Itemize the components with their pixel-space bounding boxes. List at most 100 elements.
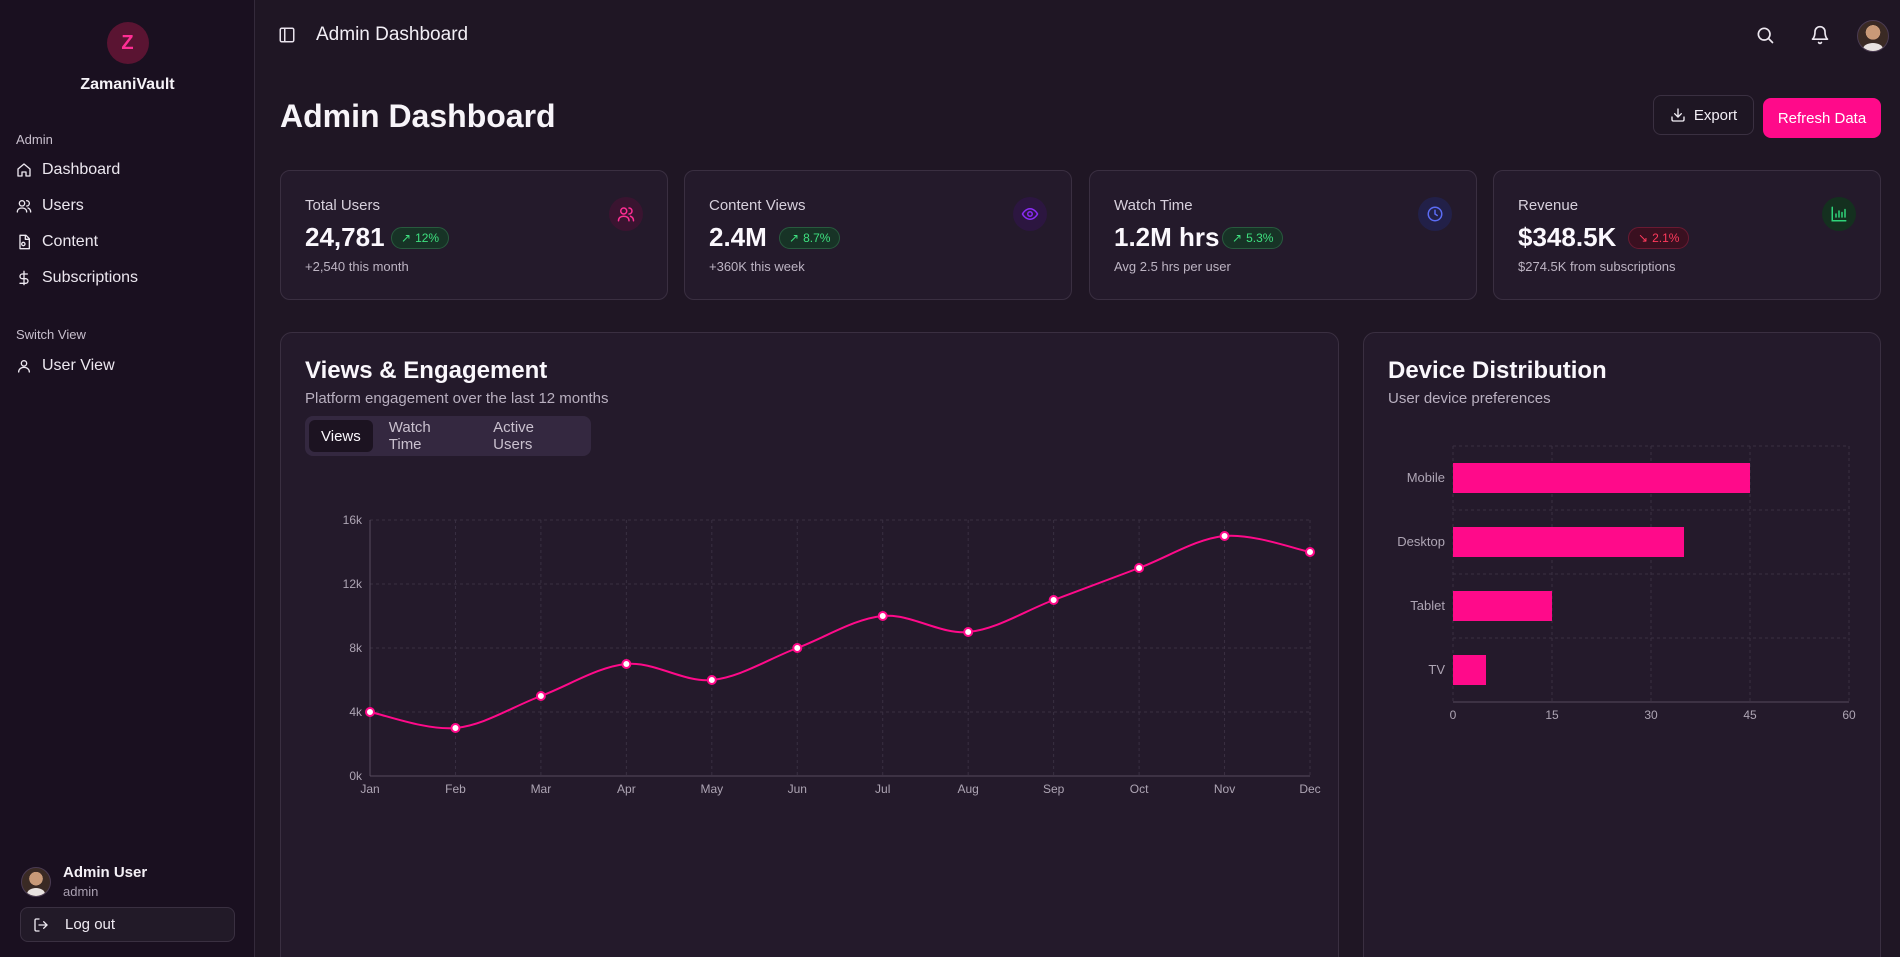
tab-views[interactable]: Views [309, 420, 373, 452]
home-icon [17, 163, 31, 177]
data-point [1219, 531, 1230, 541]
y-tick-label: 16k [343, 513, 363, 527]
user-role: admin [63, 884, 99, 899]
sidebar: Z ZamaniVault Admin Dashboard Users Cont… [0, 0, 255, 957]
users-icon [609, 197, 643, 231]
x-tick-label: Apr [617, 782, 636, 796]
search-icon[interactable] [1755, 25, 1775, 45]
stat-card-content-views: Content Views 2.4M ↗ 8.7% +360K this week [684, 170, 1072, 300]
data-point [877, 611, 888, 621]
download-icon [1671, 108, 1685, 122]
bar [1453, 591, 1552, 621]
stat-card-total-users: Total Users 24,781 ↗ 12% +2,540 this mont… [280, 170, 668, 300]
dollar-icon [19, 270, 29, 286]
sidebar-item-user-view[interactable]: User View [16, 351, 115, 381]
data-point [1305, 547, 1315, 557]
topbar-title: Admin Dashboard [316, 24, 469, 45]
y-tick-label: 12k [343, 577, 363, 591]
users-icon [16, 200, 32, 213]
stat-label: Total Users [305, 197, 381, 214]
x-tick-label: Jan [360, 782, 379, 796]
views-engagement-card: Views & Engagement Platform engagement o… [280, 332, 1339, 957]
sidebar-item-dashboard[interactable]: Dashboard [16, 155, 120, 185]
stat-value: 1.2M hrs [1114, 222, 1220, 252]
export-label: Export [1693, 106, 1738, 124]
export-button[interactable]: Export [1653, 95, 1754, 135]
x-tick-label: Aug [958, 782, 979, 796]
stat-subtext: Avg 2.5 hrs per user [1114, 259, 1231, 274]
user-profile[interactable]: Admin User admin [21, 864, 147, 899]
logout-label: Log out [65, 916, 116, 933]
brand[interactable]: Z ZamaniVault [0, 22, 255, 94]
data-point [535, 691, 546, 701]
refresh-data-button[interactable]: Refresh Data [1763, 98, 1881, 138]
trend-badge: ↗ 12% [391, 227, 450, 249]
sidebar-toggle-icon[interactable] [278, 26, 296, 44]
bell-icon[interactable] [1810, 25, 1830, 45]
sidebar-item-users[interactable]: Users [16, 191, 84, 221]
file-icon [19, 234, 30, 250]
y-tick-label: 8k [349, 641, 363, 655]
tab-active-users[interactable]: Active Users [481, 419, 587, 453]
arrow-up-right-icon: ↗ [1232, 231, 1243, 245]
stat-label: Content Views [709, 197, 806, 214]
data-point [1048, 595, 1059, 605]
arrow-up-right-icon: ↗ [789, 231, 800, 245]
user-avatar-button[interactable] [1857, 20, 1889, 52]
card-title: Device Distribution [1388, 357, 1607, 384]
y-tick-label: 4k [349, 705, 363, 719]
eye-icon [1013, 197, 1047, 231]
y-category-label: Desktop [1397, 534, 1445, 549]
trend-value: 8.7% [803, 231, 831, 245]
stat-card-revenue: Revenue $348.5K ↘ 2.1% $274.5K from subsc… [1493, 170, 1881, 300]
sidebar-section-admin: Admin [16, 132, 53, 147]
bar [1453, 655, 1486, 685]
data-point [365, 707, 375, 717]
trend-badge: ↗ 8.7% [779, 227, 841, 249]
x-tick-label: Oct [1130, 782, 1149, 796]
y-category-label: TV [1428, 662, 1445, 677]
data-point [963, 627, 974, 637]
series-line [369, 534, 1311, 730]
stat-subtext: $274.5K from subscriptions [1518, 259, 1676, 274]
user-icon [18, 360, 30, 373]
sidebar-item-content[interactable]: Content [16, 227, 98, 257]
sidebar-item-subscriptions[interactable]: Subscriptions [16, 263, 138, 293]
sidebar-item-label: Dashboard [42, 161, 121, 178]
bar [1453, 463, 1750, 493]
data-point [621, 659, 632, 669]
x-tick-label: Sep [1043, 782, 1065, 796]
stat-value: 24,781 [305, 222, 385, 252]
card-title: Views & Engagement [305, 357, 548, 384]
x-tick-label: Jun [788, 782, 807, 796]
card-subtitle: Platform engagement over the last 12 mon… [305, 390, 609, 407]
trend-badge: ↘ 2.1% [1628, 227, 1690, 249]
bar [1453, 527, 1684, 557]
stat-value: $348.5K [1518, 222, 1617, 252]
x-tick-label: Jul [875, 782, 890, 796]
x-tick-label: 15 [1545, 708, 1559, 722]
x-tick-label: Feb [445, 782, 466, 796]
data-point [450, 723, 461, 733]
logout-icon [34, 917, 48, 932]
x-tick-label: Mar [531, 782, 552, 796]
logout-button[interactable]: Log out [20, 907, 235, 942]
views-line-chart: 0k 4k 8k 12k 16k Jan Feb Mar Apr May Jun Jul Aug Sep O… [343, 513, 1321, 796]
device-distribution-card: Device Distribution User device preferen… [1363, 332, 1881, 957]
arrow-up-right-icon: ↗ [401, 231, 412, 245]
clock-icon [1418, 197, 1452, 231]
stat-label: Revenue [1518, 197, 1579, 214]
page-title: Admin Dashboard [280, 98, 556, 134]
stat-card-watch-time: Watch Time 1.2M hrs ↗ 5.3% Avg 2.5 hrs pe… [1089, 170, 1477, 300]
y-category-label: Tablet [1410, 598, 1445, 613]
stat-subtext: +2,540 this month [305, 259, 409, 274]
tab-watch-time[interactable]: Watch Time [377, 419, 477, 453]
sidebar-item-label: Content [42, 233, 99, 250]
y-tick-label: 0k [349, 769, 363, 783]
sidebar-item-label: Subscriptions [42, 269, 139, 286]
x-tick-label: 45 [1743, 708, 1757, 722]
bar-chart-icon [1822, 197, 1856, 231]
data-point [1134, 563, 1145, 573]
x-tick-label: 30 [1644, 708, 1658, 722]
user-name: Admin User [63, 864, 148, 881]
